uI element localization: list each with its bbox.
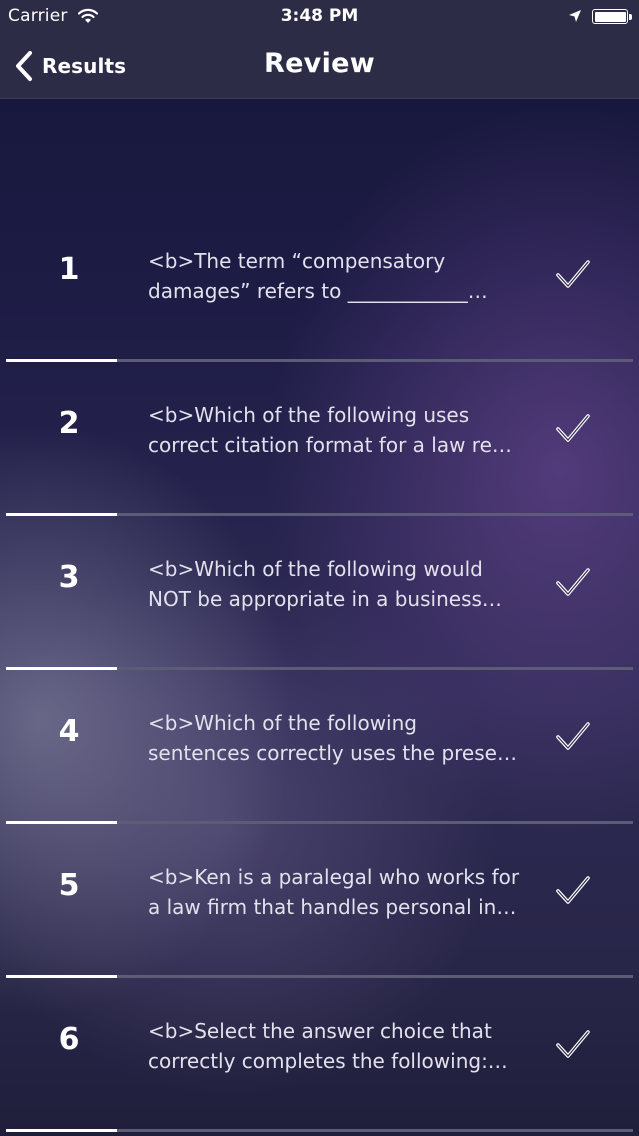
checkmark-icon [556, 568, 590, 596]
question-row[interactable]: 3 <b>Which of the following would NOT be… [0, 506, 639, 670]
question-preview-line: correctly completes the following:… [148, 1049, 508, 1073]
question-preview-line: <b>Which of the following would [148, 557, 483, 581]
question-preview-line: a law firm that handles personal in… [148, 895, 517, 919]
location-arrow-icon [569, 10, 581, 22]
question-number: 3 [58, 560, 80, 595]
checkmark-icon [556, 722, 590, 750]
checkmark-icon [556, 876, 590, 904]
divider-highlight [6, 1129, 117, 1132]
question-number: 2 [58, 406, 80, 441]
question-preview-line: <b>The term “compensatory [148, 249, 446, 273]
question-preview-line: <b>Which of the following uses [148, 403, 470, 427]
question-number: 4 [58, 714, 80, 749]
checkmark-icon [556, 414, 590, 442]
question-preview-line: NOT be appropriate in a business… [148, 587, 502, 611]
question-preview-line: sentences correctly uses the prese… [148, 741, 517, 765]
status-bar: Carrier 3:48 PM [0, 0, 639, 34]
question-preview-line: <b>Ken is a paralegal who works for [148, 865, 520, 889]
question-preview-line: <b>Select the answer choice that [148, 1019, 492, 1043]
question-preview: <b>Ken is a paralegal who works for a la… [148, 862, 520, 922]
battery-tip [629, 14, 632, 20]
question-row[interactable]: 4 <b>Which of the following sentences co… [0, 660, 639, 824]
row-divider [6, 1129, 633, 1132]
battery-level [594, 11, 626, 22]
question-preview: <b>Which of the following sentences corr… [148, 708, 520, 768]
navigation-bar: Results Review [0, 34, 639, 99]
question-preview: <b>The term “compensatory damages” refer… [148, 246, 520, 306]
clock-time: 3:48 PM [280, 6, 359, 26]
question-row[interactable]: 5 <b>Ken is a paralegal who works for a … [0, 814, 639, 978]
question-preview: <b>Which of the following would NOT be a… [148, 554, 520, 614]
checkmark-icon [556, 260, 590, 288]
question-row[interactable]: 1 <b>The term “compensatory damages” ref… [0, 198, 639, 362]
battery-icon [592, 9, 628, 24]
question-number: 5 [58, 868, 80, 903]
question-preview: <b>Which of the following uses correct c… [148, 400, 520, 460]
question-row[interactable]: 2 <b>Which of the following uses correct… [0, 352, 639, 516]
question-preview: <b>Select the answer choice that correct… [148, 1016, 520, 1076]
question-preview-line: damages” refers to ____________… [148, 279, 488, 303]
question-preview-line: correct citation format for a law re… [148, 433, 512, 457]
page-title: Review [263, 48, 375, 79]
checkmark-icon [556, 1030, 590, 1058]
question-list: 1 <b>The term “compensatory damages” ref… [0, 198, 639, 1132]
question-row[interactable]: 6 <b>Select the answer choice that corre… [0, 968, 639, 1132]
question-number: 1 [58, 252, 80, 287]
question-number: 6 [58, 1022, 80, 1057]
question-preview-line: <b>Which of the following [148, 711, 417, 735]
